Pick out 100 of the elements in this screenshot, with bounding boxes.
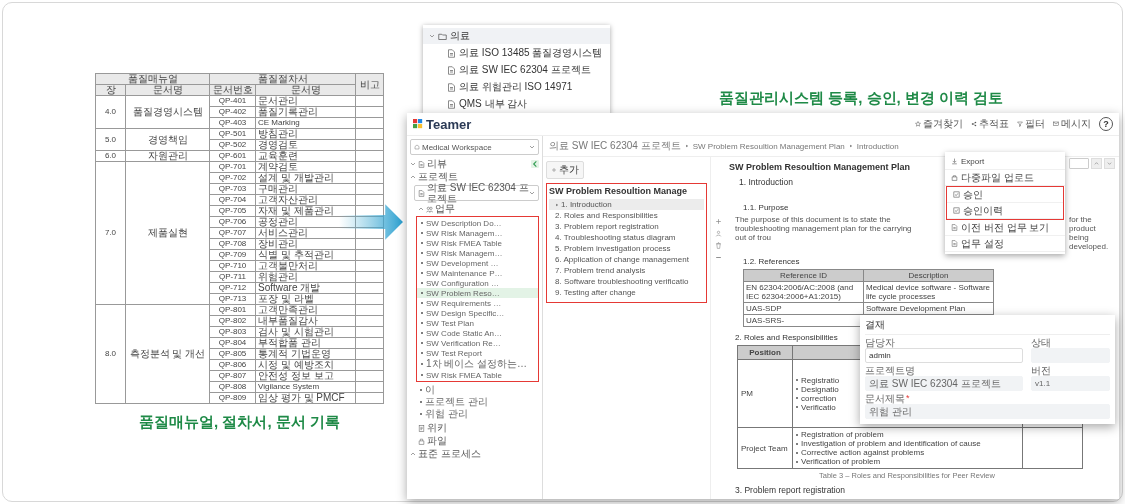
table-cell: 5.0 [95,128,126,151]
table-cell: QP-402 [209,106,256,118]
outline-item[interactable]: 9. Testing after change [549,287,704,298]
menu-item[interactable]: 업무 설정 [945,236,1065,252]
input-field[interactable]: admin [865,348,1023,363]
file-item[interactable]: 의료 위험관리 ISO 14971 [423,79,611,95]
menu-item[interactable]: Export [945,154,1065,170]
column-header: Description [863,269,994,282]
outline-item[interactable]: 8. Software troubleshooting verificatio [549,276,704,287]
folder-row[interactable]: 의료 [423,28,611,44]
menu-item[interactable]: 이전 버전 업무 보기 [945,220,1065,236]
header-action[interactable]: 추적표 [971,117,1009,131]
task-item[interactable]: 이 [416,384,539,396]
task-item[interactable]: SW Risk Managem… [417,248,538,258]
task-item[interactable]: SW Risk FMEA Table [417,370,538,380]
task-item[interactable]: SW Test Plan [417,318,538,328]
table-cell: 검사 및 시험관리 [255,326,356,338]
table-cell: QP-707 [209,227,256,239]
task-item[interactable]: SW Risk Managem… [417,228,538,238]
add-button[interactable]: 추가 [546,161,584,179]
task-item[interactable]: SW Code Static An… [417,328,538,338]
breadcrumb-link[interactable]: 의료 SW IEC 62304 프로젝트 [549,139,681,153]
table-cell: QP-807 [209,370,256,382]
field-label: 담당자 [865,337,895,348]
chevron-up-icon [1094,161,1099,166]
task-item[interactable]: SW Problem Reso… [417,288,538,298]
table-cell: 7.0 [95,161,126,305]
task-item[interactable]: SW Description Do… [417,218,538,228]
file-item[interactable]: 의료 SW IEC 62304 프로젝트 [423,62,611,78]
sidebar-item[interactable]: 업무 [410,203,539,215]
table-cell: 고객자산관리 [255,194,356,206]
table-cell: EN 62304:2006/AC:2008 (and IEC 62304:2006+A1:2015) [743,281,864,303]
dialog-title: 결재 [865,318,1110,335]
paragraph: for the product being developed. [1069,215,1110,251]
task-item[interactable]: 위험 관리 [416,408,539,420]
workspace-select[interactable]: Medical Workspace [410,139,539,155]
breadcrumb-link[interactable]: Introduction [856,141,899,151]
task-item[interactable]: SW Requirements … [417,298,538,308]
table-cell: 자원관리 [125,150,210,162]
list-item: Registratio [801,375,840,385]
table-cell: QP-710 [209,260,256,272]
task-item[interactable]: SW Verification Re… [417,338,538,348]
task-item[interactable]: SW Maintenance P… [417,268,538,278]
list-item: Investigation of problem and identification of cause [801,439,981,448]
next-button[interactable] [1104,158,1115,169]
column-header: 문서명 [125,84,210,96]
sidebar-item[interactable]: 위키 [410,422,539,434]
file-item[interactable]: 의료 ISO 13485 품질경영시스템 [423,45,611,61]
header-action[interactable]: 필터 [1017,117,1045,131]
outline-item[interactable]: 6. Application of change management [549,254,704,265]
table-cell: 장비관리 [255,238,356,250]
menu-item[interactable]: 승인 [947,187,1063,203]
document-icon [418,160,425,168]
table-cell: 포장 및 라벨 [255,293,356,305]
outline-item[interactable]: 2. Roles and Responsibilities [549,210,704,221]
outline-title: SW Problem Resoultion Manage [549,186,688,196]
file-item[interactable]: QMS 내부 감사 [423,96,611,112]
menu-item[interactable]: 승인이력 [947,203,1063,219]
column-header: Position [737,345,793,360]
outline-item[interactable]: 4. Troubleshooting status diagram [549,232,704,243]
header-action[interactable]: 메시지 [1053,117,1091,131]
table-cell: 식별 및 추적관리 [255,249,356,261]
task-item[interactable]: 1차 베이스 설정하는… [417,358,538,370]
paragraph: The purpose of this document is to state the troubleshooting management plan for the carrying out of trou [735,215,913,244]
field-label: 상태 [1031,337,1051,348]
breadcrumb-link[interactable]: SW Problem Resoultion Management Plan [692,141,845,151]
collapse-icon[interactable] [531,160,539,168]
task-item[interactable]: SW Risk FMEA Table [417,238,538,248]
outline-item[interactable]: 1. Introduction [549,199,704,210]
search-field[interactable] [1069,158,1089,169]
table-cell: QP-701 [209,161,256,173]
table-cell: 경영책임 [125,128,210,151]
column-header: 문서번호 [209,84,256,96]
list-item: Verification of problem [801,457,881,466]
table-cell: QP-801 [209,304,256,316]
previous-button[interactable] [1091,158,1102,169]
menu-item[interactable]: 다중파일 업로드 [945,170,1065,186]
task-item[interactable]: SW Configuration … [417,278,538,288]
section-heading: 1.2. References [743,257,800,266]
field-label: 버전 [1031,365,1051,376]
sidebar-item[interactable]: 파일 [410,435,539,447]
sidebar-item[interactable]: 프로젝트 [410,171,539,183]
table-cell: 품질경영시스템 [125,95,210,129]
outline-item[interactable]: 7. Problem trend analysis [549,265,704,276]
table-cell: QP-501 [209,128,256,140]
table-cell: 교육훈련 [255,150,356,162]
sidebar-item[interactable]: 표준 프로세스 [410,448,539,460]
outline-item[interactable]: 3. Problem report registration [549,221,704,232]
task-item[interactable]: SW Development … [417,258,538,268]
task-item[interactable]: 프로젝트 관리 [416,396,539,408]
project-name: 의료 SW IEC 62304 프로젝트 [427,182,529,204]
task-item[interactable]: SW Design Specific… [417,308,538,318]
checkbox-icon [953,191,960,198]
table-cell: QP-808 [209,381,256,393]
section-heading: 2. Roles and Responsibilities [735,333,838,342]
sidebar-item[interactable]: 리뷰 [410,158,539,170]
task-item[interactable]: SW Test Report [417,348,538,358]
folder-icon [438,31,447,41]
header-action[interactable]: 즐겨찾기 [915,117,963,131]
outline-item[interactable]: 5. Problem investigation process [549,243,704,254]
